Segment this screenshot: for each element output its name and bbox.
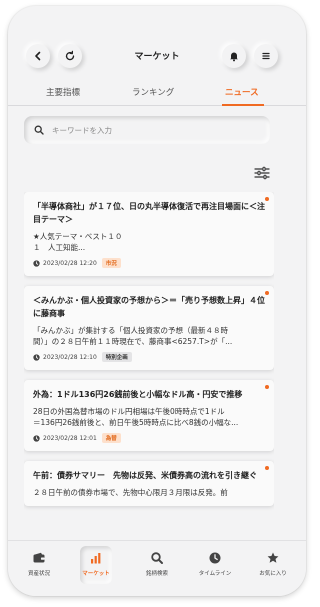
news-meta: 2023/02/28 12:20 市況 (33, 258, 265, 268)
nav-stock-search[interactable]: 銘柄検索 (130, 551, 184, 577)
bell-icon (230, 52, 238, 62)
news-title: 外為：1ドル136円26銭前後と小幅なドル高・円安で推移 (33, 390, 243, 399)
nav-label: マーケット (82, 571, 110, 577)
clock-icon (209, 552, 221, 564)
news-excerpt-line: ＝136円26銭前後と、前日午後5時時点に比べ8銭の小幅な... (33, 418, 239, 427)
news-card[interactable]: 「半導体商社」が１７位、日の丸半導体復活で再注目場面に＜注目テーマ＞ ★人気テー… (24, 192, 274, 276)
unread-dot (265, 197, 269, 201)
tab-bar: 主要指標 ランキング ニュース (8, 82, 306, 106)
notification-button[interactable] (222, 44, 246, 68)
header: マーケット (8, 38, 306, 74)
news-meta: 2023/02/28 12:01 為替 (33, 433, 265, 443)
search-input[interactable] (52, 125, 252, 135)
nav-label: お気に入り (259, 571, 287, 577)
news-title: 「半導体商社」が１７位、日の丸半導体復活で再注目場面に＜注目テーマ＞ (33, 202, 265, 224)
news-title: 午前：債券サマリー 先物は反発、米債券高の流れを引き継ぐ (33, 471, 257, 480)
news-excerpt: ２８日午前の債券市場で、先物中心限月３月限は反発。前 (33, 487, 265, 498)
news-list: 「半導体商社」が１７位、日の丸半導体復活で再注目場面に＜注目テーマ＞ ★人気テー… (24, 192, 274, 534)
nav-label: タイムライン (198, 571, 232, 577)
active-tab-indicator (222, 104, 264, 106)
nav-timeline[interactable]: タイムライン (188, 551, 242, 577)
tab-news[interactable]: ニュース (225, 86, 259, 98)
news-excerpt: ★人気テーマ・ベスト１０ １ 人工知能... (33, 231, 265, 253)
news-date: 2023/02/28 12:01 (43, 434, 97, 442)
menu-button[interactable] (254, 44, 278, 68)
star-icon (267, 552, 279, 563)
unread-dot (265, 385, 269, 389)
bar-chart-icon (91, 553, 101, 564)
clock-icon (33, 353, 40, 361)
news-card[interactable]: ＜みんかぶ・個人投資家の予想から＞＝「売り予想数上昇」４位に藤商事 「みんかぶ」… (24, 286, 274, 370)
news-date: 2023/02/28 12:10 (43, 353, 97, 361)
news-excerpt: 28日の外国為替市場のドル円相場は午後0時時点で1ドル ＝136円26銭前後と、… (33, 406, 265, 428)
category-badge: 為替 (101, 433, 121, 443)
nav-favorites[interactable]: お気に入り (246, 551, 300, 577)
news-date: 2023/02/28 12:20 (43, 259, 97, 267)
hamburger-menu-icon (262, 52, 270, 60)
news-excerpt-line: ★人気テーマ・ベスト１０ (33, 232, 123, 241)
news-excerpt-line: １ 人工知能... (33, 243, 86, 252)
news-excerpt-line: 「みんかぶ」が集計する「個人投資家の予想（最新４８時 (33, 326, 228, 335)
nav-market[interactable]: マーケット (69, 546, 123, 584)
bottom-navigation: 資産状況 マーケット 銘柄検索 タイムライン お気に入り (8, 540, 306, 596)
nav-assets[interactable]: 資産状況 (12, 551, 66, 577)
phone-frame: マーケット 主要指標 ランキング ニュース 「半導体商社」が１７位、日の丸半導体… (8, 6, 306, 596)
unread-dot (265, 291, 269, 295)
wallet-icon (33, 552, 45, 563)
news-title: ＜みんかぶ・個人投資家の予想から＞＝「売り予想数上昇」４位に藤商事 (33, 296, 265, 318)
news-excerpt-line: ２８日午前の債券市場で、先物中心限月３月限は反発。前 (33, 488, 228, 497)
clock-icon (33, 434, 40, 442)
filter-settings-icon[interactable] (254, 166, 270, 180)
nav-label: 銘柄検索 (145, 571, 168, 577)
unread-dot (265, 466, 269, 470)
tab-ranking[interactable]: ランキング (132, 86, 174, 98)
tab-major-indices[interactable]: 主要指標 (46, 86, 80, 98)
news-excerpt-line: 間）」の２８日午前１１時現在で、藤商事<6257.T>が「... (33, 337, 233, 346)
search-bar (24, 116, 270, 144)
news-card[interactable]: 外為：1ドル136円26銭前後と小幅なドル高・円安で推移 28日の外国為替市場の… (24, 380, 274, 451)
category-badge: 市況 (101, 258, 121, 268)
news-excerpt: 「みんかぶ」が集計する「個人投資家の予想（最新４８時 間）」の２８日午前１１時現… (33, 325, 265, 347)
search-icon (151, 552, 163, 564)
category-badge: 特別企画 (101, 352, 132, 362)
nav-label: 資産状況 (27, 571, 50, 577)
search-icon (34, 125, 44, 135)
news-meta: 2023/02/28 12:10 特別企画 (33, 352, 265, 362)
clock-icon (33, 259, 40, 267)
news-card[interactable]: 午前：債券サマリー 先物は反発、米債券高の流れを引き継ぐ ２８日午前の債券市場で… (24, 461, 274, 506)
news-excerpt-line: 28日の外国為替市場のドル円相場は午後0時時点で1ドル (33, 407, 225, 416)
